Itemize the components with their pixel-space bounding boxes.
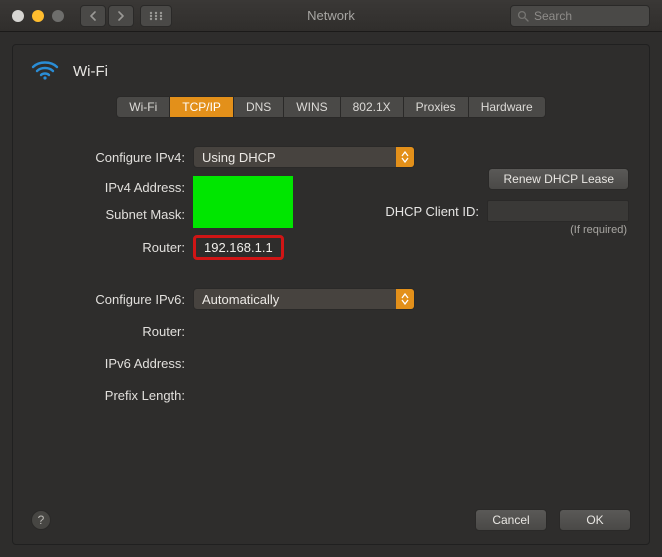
back-button[interactable] [80, 5, 106, 27]
wifi-icon [31, 59, 59, 84]
tcpip-sheet: Wi-Fi Wi-FiTCP/IPDNSWINS802.1XProxiesHar… [12, 44, 650, 545]
renew-dhcp-lease-button[interactable]: Renew DHCP Lease [488, 168, 629, 190]
close-window-button[interactable] [12, 10, 24, 22]
configure-ipv6-select[interactable]: Automatically [193, 288, 415, 310]
tab-tcp-ip[interactable]: TCP/IP [170, 97, 234, 117]
help-button[interactable]: ? [31, 510, 51, 530]
search-icon [517, 10, 529, 22]
tab-hardware[interactable]: Hardware [469, 97, 545, 117]
show-all-icon[interactable] [140, 5, 172, 27]
configure-ipv4-value: Using DHCP [202, 150, 276, 165]
ipv4-redacted-block [193, 176, 293, 228]
dhcp-client-id-note: (If required) [570, 224, 627, 236]
dhcp-client-id-input[interactable] [487, 200, 629, 222]
titlebar: Network Search [0, 0, 662, 32]
ipv6-address-label: IPv6 Address: [33, 356, 193, 371]
ok-button[interactable]: OK [559, 509, 631, 531]
chevron-updown-icon [396, 147, 414, 167]
router-label: Router: [33, 240, 193, 255]
tab-strip: Wi-FiTCP/IPDNSWINS802.1XProxiesHardware [116, 96, 545, 118]
tab-dns[interactable]: DNS [234, 97, 284, 117]
chevron-updown-icon [396, 289, 414, 309]
window-traffic-lights [0, 10, 64, 22]
dhcp-client-id-label: DHCP Client ID: [385, 204, 479, 219]
search-input[interactable]: Search [510, 5, 650, 27]
prefix-length-label: Prefix Length: [33, 388, 193, 403]
forward-button[interactable] [108, 5, 134, 27]
configure-ipv4-label: Configure IPv4: [33, 150, 193, 165]
tab-802-1x[interactable]: 802.1X [341, 97, 404, 117]
minimize-window-button[interactable] [32, 10, 44, 22]
header-title: Wi-Fi [73, 63, 108, 80]
tab-wi-fi[interactable]: Wi-Fi [117, 97, 170, 117]
configure-ipv4-select[interactable]: Using DHCP [193, 146, 415, 168]
configure-ipv6-value: Automatically [202, 292, 279, 307]
subnet-mask-label: Subnet Mask: [33, 207, 185, 222]
ipv4-address-label: IPv4 Address: [33, 180, 185, 195]
search-placeholder: Search [534, 9, 572, 23]
cancel-button[interactable]: Cancel [475, 509, 547, 531]
ipv6-router-label: Router: [33, 324, 193, 339]
tab-proxies[interactable]: Proxies [404, 97, 469, 117]
configure-ipv6-label: Configure IPv6: [33, 292, 193, 307]
zoom-window-button[interactable] [52, 10, 64, 22]
router-value: 192.168.1.1 [193, 235, 284, 260]
tab-wins[interactable]: WINS [284, 97, 340, 117]
